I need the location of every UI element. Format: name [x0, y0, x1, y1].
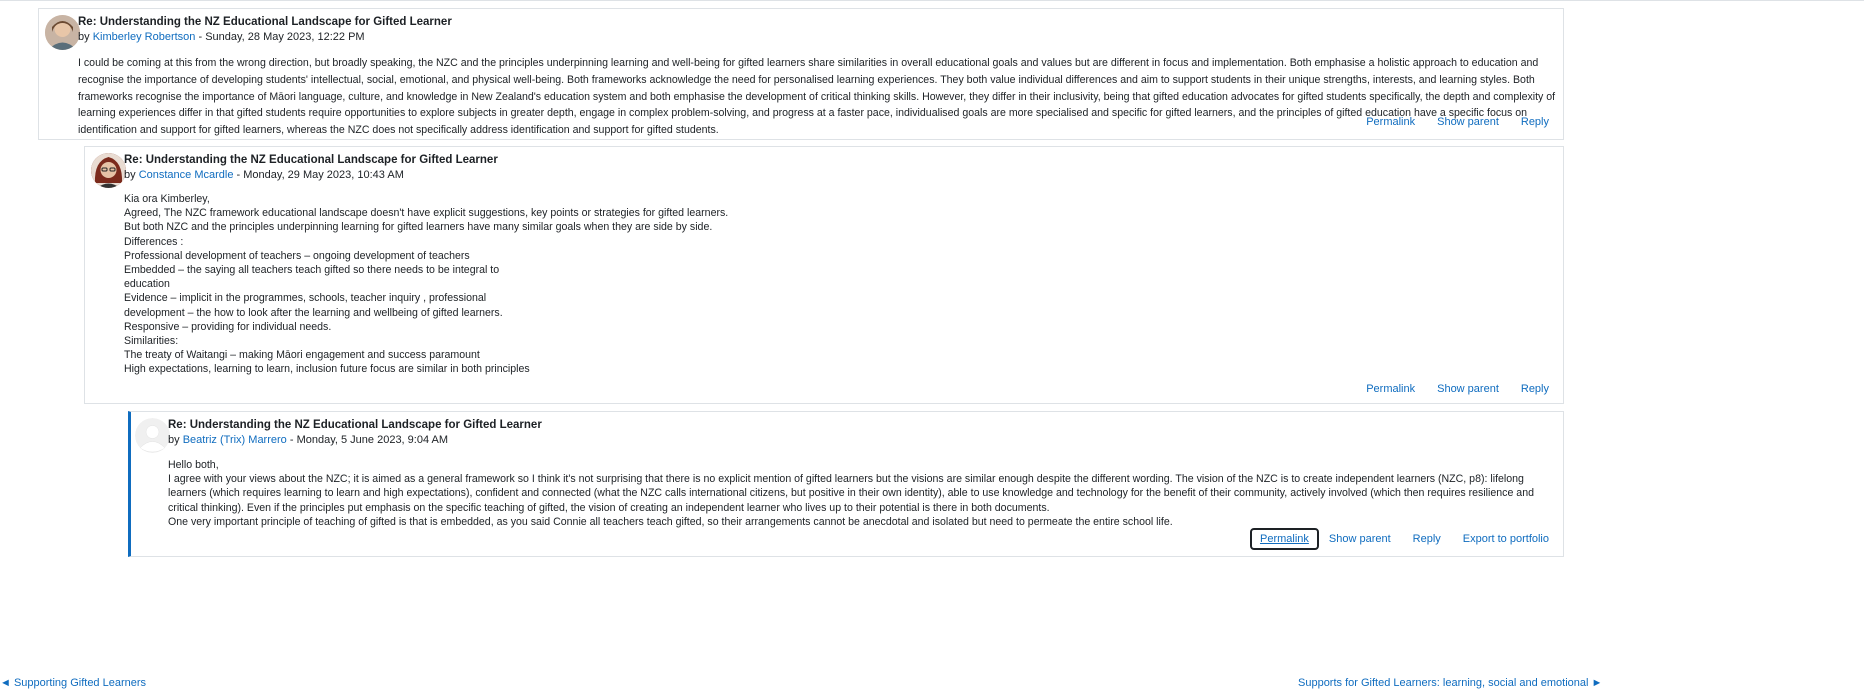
post-paragraph: Evidence – implicit in the programmes, s… [124, 292, 487, 305]
avatar[interactable] [135, 418, 170, 453]
post-paragraph: education [124, 278, 170, 291]
permalink-link[interactable]: Permalink [1366, 116, 1415, 128]
author-link[interactable]: Kimberley Robertson [93, 31, 196, 43]
post-paragraph: Agreed, The NZC framework educational la… [124, 207, 729, 220]
show-parent-link[interactable]: Show parent [1329, 533, 1391, 545]
reply-link[interactable]: Reply [1521, 116, 1549, 128]
forum-post: Re: Understanding the NZ Educational Lan… [84, 146, 1564, 404]
forum-post: Re: Understanding the NZ Educational Lan… [128, 411, 1564, 557]
export-to-portfolio-link[interactable]: Export to portfolio [1463, 533, 1549, 545]
post-paragraph: High expectations, learning to learn, in… [124, 363, 530, 376]
post-date: - Sunday, 28 May 2023, 12:22 PM [198, 31, 365, 43]
by-label: by [168, 434, 180, 446]
post-paragraph: Responsive – providing for individual ne… [124, 320, 332, 333]
author-link[interactable]: Constance Mcardle [139, 169, 234, 181]
post-actions: Permalink Show parent Reply [1344, 116, 1549, 128]
post-byline: by Constance Mcardle - Monday, 29 May 20… [124, 168, 498, 183]
post-paragraph: development – the how to look after the … [124, 306, 503, 319]
post-paragraph: Hello both, [168, 459, 219, 471]
next-activity-link[interactable]: Supports for Gifted Learners: learning, … [1298, 677, 1602, 689]
post-content: Kia ora Kimberley, Agreed, The NZC frame… [124, 192, 1224, 377]
top-divider [0, 0, 1864, 1]
post-date: - Monday, 29 May 2023, 10:43 AM [236, 169, 404, 181]
post-content: Hello both, I agree with your views abou… [168, 458, 1552, 529]
post-date: - Monday, 5 June 2023, 9:04 AM [289, 434, 449, 446]
post-subject: Re: Understanding the NZ Educational Lan… [124, 154, 498, 166]
post-header: Re: Understanding the NZ Educational Lan… [78, 15, 452, 45]
post-paragraph: Kia ora Kimberley, [124, 193, 210, 205]
post-paragraph: I agree with your views about the NZC; i… [168, 473, 1534, 514]
previous-activity-link[interactable]: ◄ Supporting Gifted Learners [0, 677, 146, 689]
show-parent-link[interactable]: Show parent [1437, 116, 1499, 128]
permalink-link[interactable]: Permalink [1366, 383, 1415, 395]
post-paragraph: Embedded – the saying all teachers teach… [124, 264, 500, 277]
post-byline: by Kimberley Robertson - Sunday, 28 May … [78, 30, 452, 45]
post-paragraph: Differences : [124, 235, 184, 248]
post-byline: by Beatriz (Trix) Marrero - Monday, 5 Ju… [168, 433, 542, 448]
permalink-link[interactable]: Permalink [1249, 528, 1319, 550]
avatar[interactable] [91, 153, 126, 188]
post-subject: Re: Understanding the NZ Educational Lan… [168, 419, 542, 431]
author-link[interactable]: Beatriz (Trix) Marrero [183, 434, 287, 446]
post-actions: Permalink Show parent Reply [1344, 383, 1549, 395]
show-parent-link[interactable]: Show parent [1437, 383, 1499, 395]
post-paragraph: I could be coming at this from the wrong… [78, 57, 1556, 137]
by-label: by [78, 31, 90, 43]
post-header: Re: Understanding the NZ Educational Lan… [168, 418, 542, 448]
forum-post: Re: Understanding the NZ Educational Lan… [38, 8, 1564, 140]
post-subject: Re: Understanding the NZ Educational Lan… [78, 16, 452, 28]
post-actions: Permalink Show parent Reply Export to po… [1249, 528, 1549, 550]
post-content: I could be coming at this from the wrong… [78, 55, 1562, 139]
post-paragraph: But both NZC and the principles underpin… [124, 221, 713, 234]
reply-link[interactable]: Reply [1521, 383, 1549, 395]
post-paragraph: The treaty of Waitangi – making Māori en… [124, 349, 480, 362]
reply-link[interactable]: Reply [1413, 533, 1441, 545]
by-label: by [124, 169, 136, 181]
post-paragraph: Professional development of teachers – o… [124, 249, 470, 262]
post-paragraph: One very important principle of teaching… [168, 515, 1173, 528]
post-paragraph: Similarities: [124, 335, 179, 348]
post-header: Re: Understanding the NZ Educational Lan… [124, 153, 498, 183]
avatar[interactable] [45, 15, 80, 50]
